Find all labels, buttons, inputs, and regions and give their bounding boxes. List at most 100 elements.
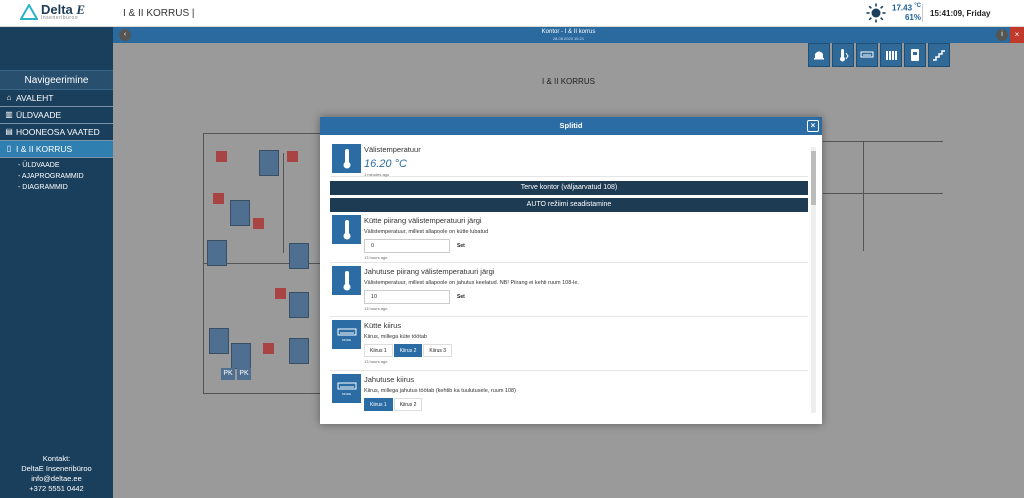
sensor-tile[interactable] bbox=[259, 150, 279, 176]
set-button[interactable]: Set bbox=[453, 290, 469, 304]
contact-email[interactable]: info@deltae.ee bbox=[0, 474, 113, 484]
sidebar-item-label: AVALEHT bbox=[16, 93, 54, 103]
card-description: Välistemperatuur, millest allapoole on k… bbox=[364, 229, 489, 235]
sensor-tile[interactable] bbox=[289, 292, 309, 318]
modal-scrollbar[interactable] bbox=[811, 147, 816, 413]
modal-body: Välistemperatuur 16.20 °C 1 minutes ago … bbox=[330, 141, 808, 416]
alarm-marker[interactable] bbox=[253, 218, 264, 229]
sidebar-item-hooneosa-vaated[interactable]: ▤ HOONEOSA VAATED bbox=[0, 124, 113, 141]
splitid-modal: Splitid × Välistemperatuur 16.20 °C 1 mi… bbox=[320, 117, 822, 424]
delta-logo-icon bbox=[20, 4, 38, 20]
building-part-icon: ▤ bbox=[5, 127, 13, 136]
ac-button[interactable] bbox=[856, 43, 878, 67]
alarm-marker[interactable] bbox=[287, 151, 298, 162]
stairs-icon bbox=[933, 50, 945, 61]
speed-option-3[interactable]: Kiirus 3 bbox=[423, 344, 453, 357]
subitem-diagrammid[interactable]: - DIAGRAMMID bbox=[0, 182, 113, 193]
company-logo[interactable]: Delta E Inseneribüroo bbox=[20, 3, 85, 21]
sidebar-item-korrus[interactable]: ▯ I & II KORRUS bbox=[0, 141, 113, 158]
alarm-marker[interactable] bbox=[275, 288, 286, 299]
radiator-button[interactable] bbox=[880, 43, 902, 67]
card-timestamp: 13 hours ago bbox=[364, 359, 388, 364]
alarm-button[interactable] bbox=[808, 43, 830, 67]
section-bar-office: Terve kontor (väljaarvatud 108) bbox=[330, 181, 808, 195]
floor-title: I & II KORRUS bbox=[542, 77, 595, 86]
thermometer-icon bbox=[332, 215, 361, 244]
sidebar-item-avaleht[interactable]: ⌂ AVALEHT bbox=[0, 90, 113, 107]
page-title: I & II KORRUS | bbox=[123, 8, 195, 19]
cool-speed-card: MODE Jahutuse kiirus Kiirus, millega jah… bbox=[330, 371, 808, 416]
weather-widget: 17.43 °C 61% bbox=[866, 3, 921, 23]
main-header: Kontor - I & II korrus 28.08.2020 15:21 … bbox=[113, 27, 1024, 43]
sidebar-spacer bbox=[0, 27, 113, 70]
radiator-icon bbox=[886, 51, 897, 60]
speed-option-2[interactable]: Kiirus 2 bbox=[393, 398, 423, 411]
card-timestamp: 13 hours ago bbox=[364, 306, 388, 311]
temperature-button[interactable] bbox=[832, 43, 854, 67]
modal-close-icon[interactable]: × bbox=[807, 120, 819, 132]
sensor-tile[interactable] bbox=[207, 240, 227, 266]
info-icon[interactable]: i bbox=[996, 29, 1008, 41]
sensor-tile[interactable] bbox=[289, 338, 309, 364]
nav-title: Navigeerimine bbox=[0, 70, 113, 90]
cool-limit-card: Jahutuse piirang välistemperatuuri järgi… bbox=[330, 263, 808, 317]
building-icon: ▥ bbox=[5, 110, 13, 119]
top-header: Delta E Inseneribüroo I & II KORRUS | 17… bbox=[0, 0, 1024, 27]
contact-label: Kontakt: bbox=[42, 454, 71, 463]
ac-mode-icon: MODE bbox=[332, 320, 361, 349]
heat-limit-input[interactable]: 0 bbox=[364, 239, 450, 253]
main-header-title: Kontor - I & II korrus bbox=[541, 29, 596, 35]
scrollbar-thumb[interactable] bbox=[811, 151, 816, 205]
sidebar-item-uldvaade[interactable]: ▥ ÜLDVAADE bbox=[0, 107, 113, 124]
card-description: Kiirus, millega jahutus töötab (kehtib k… bbox=[364, 388, 516, 394]
ac-mode-icon: MODE bbox=[332, 374, 361, 403]
subitem-ajaprogrammid[interactable]: - AJAPROGRAMMID bbox=[0, 171, 113, 182]
card-timestamp: 1 minutes ago bbox=[364, 172, 390, 177]
outdoor-temp-card: Välistemperatuur 16.20 °C 1 minutes ago bbox=[330, 141, 808, 177]
device-button[interactable] bbox=[904, 43, 926, 67]
boiler-icon bbox=[911, 49, 919, 61]
section-bar-auto: AUTO režiimi seadistamine bbox=[330, 198, 808, 212]
sidebar-item-label: I & II KORRUS bbox=[16, 144, 73, 154]
thermometer-icon bbox=[840, 49, 849, 62]
main-header-timestamp: 28.08.2020 15:21 bbox=[552, 36, 585, 41]
heat-speed-card: MODE Kütte kiirus Kiirus, millega küte t… bbox=[330, 317, 808, 371]
modal-header: Splitid × bbox=[320, 117, 822, 135]
sidebar: Navigeerimine ⌂ AVALEHT ▥ ÜLDVAADE ▤ HOO… bbox=[0, 27, 113, 498]
contact-phone[interactable]: +372 5551 0442 bbox=[0, 484, 113, 494]
pk-marker[interactable]: PK bbox=[221, 368, 235, 380]
card-title: Jahutuse kiirus bbox=[364, 375, 415, 384]
close-icon[interactable]: × bbox=[1010, 27, 1024, 43]
set-button[interactable]: Set bbox=[453, 239, 469, 253]
stairs-button[interactable] bbox=[928, 43, 950, 67]
thermometer-icon bbox=[332, 266, 361, 295]
speed-option-1[interactable]: Kiirus 1 bbox=[364, 398, 393, 411]
sensor-tile[interactable] bbox=[289, 243, 309, 269]
cool-limit-input[interactable]: 10 bbox=[364, 290, 450, 304]
speed-option-1[interactable]: Kiirus 1 bbox=[364, 344, 393, 357]
back-icon[interactable]: ‹ bbox=[119, 29, 131, 41]
thermometer-icon bbox=[332, 144, 361, 173]
card-title: Kütte piirang välistemperatuuri järgi bbox=[364, 216, 482, 225]
card-description: Välistemperatuur, millest allapoole on j… bbox=[364, 280, 579, 286]
card-description: Kiirus, millega küte töötab bbox=[364, 334, 427, 340]
pk-marker[interactable]: PK bbox=[237, 368, 251, 380]
alarm-marker[interactable] bbox=[263, 343, 274, 354]
speed-option-2[interactable]: Kiirus 2 bbox=[393, 344, 423, 357]
heat-limit-card: Kütte piirang välistemperatuuri järgi Vä… bbox=[330, 212, 808, 263]
clock: 15:41:09, Friday bbox=[930, 9, 991, 18]
sensor-tile[interactable] bbox=[230, 200, 250, 226]
subitem-uldvaade[interactable]: - ÜLDVAADE bbox=[0, 160, 113, 171]
alarm-marker[interactable] bbox=[213, 193, 224, 204]
outdoor-temp-value: 16.20 °C bbox=[364, 158, 407, 170]
sidebar-item-label: HOONEOSA VAATED bbox=[16, 127, 100, 137]
card-timestamp: 13 hours ago bbox=[364, 255, 388, 260]
sensor-tile[interactable] bbox=[209, 328, 229, 354]
air-conditioner-icon bbox=[860, 51, 874, 58]
modal-title: Splitid bbox=[559, 121, 583, 130]
contact-info: Kontakt: DeltaE Inseneribüroo info@delta… bbox=[0, 454, 113, 494]
alarm-marker[interactable] bbox=[216, 151, 227, 162]
sensor-tile[interactable] bbox=[231, 343, 251, 369]
floor-icon: ▯ bbox=[6, 144, 12, 153]
home-icon: ⌂ bbox=[6, 93, 12, 102]
